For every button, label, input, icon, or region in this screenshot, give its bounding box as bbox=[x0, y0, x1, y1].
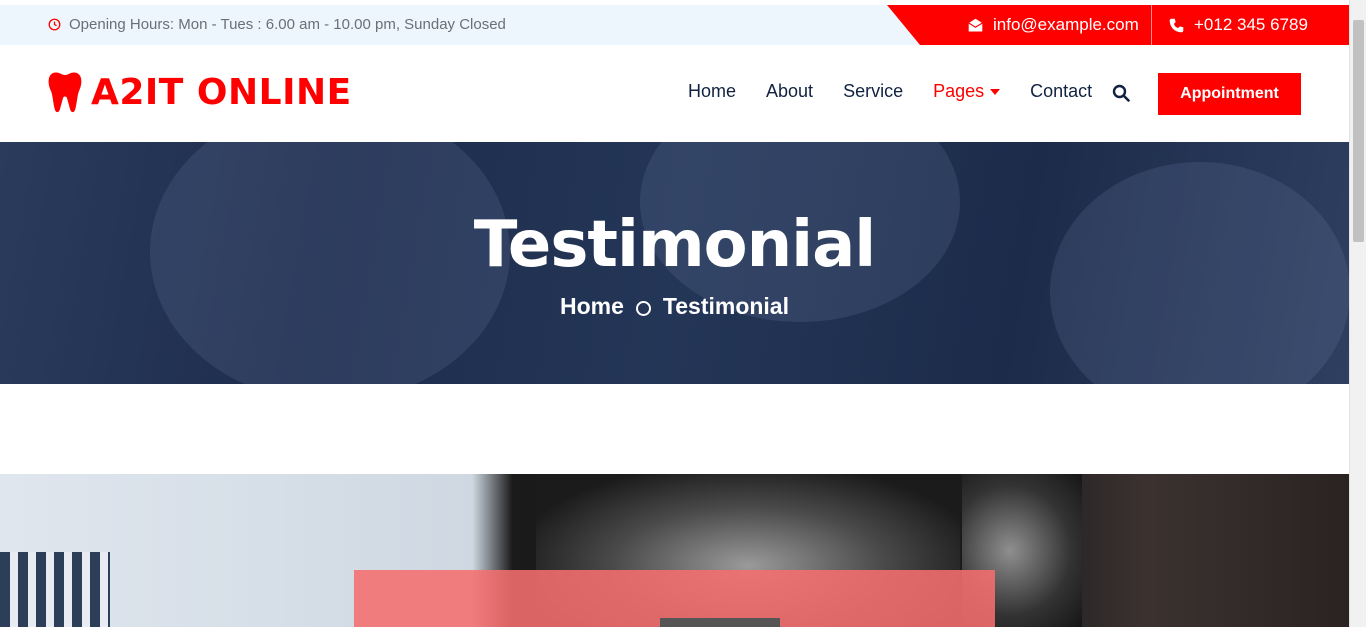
breadcrumb-separator-icon bbox=[635, 300, 651, 316]
main-navbar: A2IT ONLINE Home About Service Pages Con… bbox=[0, 45, 1349, 142]
testimonial-section-background bbox=[0, 474, 1349, 627]
nav-contact[interactable]: Contact bbox=[1030, 81, 1092, 102]
nav-home[interactable]: Home bbox=[688, 81, 736, 102]
testimonial-card bbox=[354, 570, 995, 627]
page-header-hero: Testimonial Home Testimonial bbox=[0, 142, 1349, 384]
tooth-icon bbox=[48, 72, 82, 113]
nav-pages-label: Pages bbox=[933, 81, 985, 101]
page-scrollbar[interactable] bbox=[1349, 0, 1366, 627]
nav-service[interactable]: Service bbox=[843, 81, 903, 102]
nav-menu: Home About Service Pages Contact bbox=[688, 81, 1122, 102]
contact-divider bbox=[1151, 5, 1152, 45]
caret-down-icon bbox=[990, 88, 1001, 95]
phone-icon bbox=[1169, 18, 1184, 32]
phone-text: +012 345 6789 bbox=[1194, 15, 1308, 34]
scrollbar-thumb[interactable] bbox=[1353, 20, 1364, 242]
appointment-button[interactable]: Appointment bbox=[1158, 73, 1301, 115]
search-icon[interactable] bbox=[1112, 84, 1130, 102]
breadcrumb-current: Testimonial bbox=[662, 293, 789, 319]
phone-link[interactable]: +012 345 6789 bbox=[1168, 5, 1308, 45]
brand-logo[interactable]: A2IT ONLINE bbox=[47, 71, 352, 113]
brand-name: A2IT ONLINE bbox=[91, 71, 352, 113]
shelf-image bbox=[0, 552, 110, 627]
testimonial-avatar bbox=[660, 618, 780, 627]
email-link[interactable]: info@example.com bbox=[967, 5, 1139, 45]
envelope-icon bbox=[968, 18, 983, 31]
contact-strip: info@example.com +012 345 6789 bbox=[887, 5, 1349, 45]
nav-about[interactable]: About bbox=[766, 81, 813, 102]
clock-icon bbox=[48, 18, 61, 31]
breadcrumb: Home Testimonial bbox=[0, 293, 1349, 320]
opening-hours-text: Opening Hours: Mon - Tues : 6.00 am - 10… bbox=[69, 16, 506, 33]
email-text: info@example.com bbox=[993, 15, 1139, 34]
top-bar: Opening Hours: Mon - Tues : 6.00 am - 10… bbox=[0, 0, 1349, 45]
page-title: Testimonial bbox=[473, 208, 876, 282]
opening-hours: Opening Hours: Mon - Tues : 6.00 am - 10… bbox=[48, 16, 506, 33]
breadcrumb-home[interactable]: Home bbox=[560, 293, 624, 320]
nav-pages-dropdown[interactable]: Pages bbox=[933, 81, 1001, 102]
